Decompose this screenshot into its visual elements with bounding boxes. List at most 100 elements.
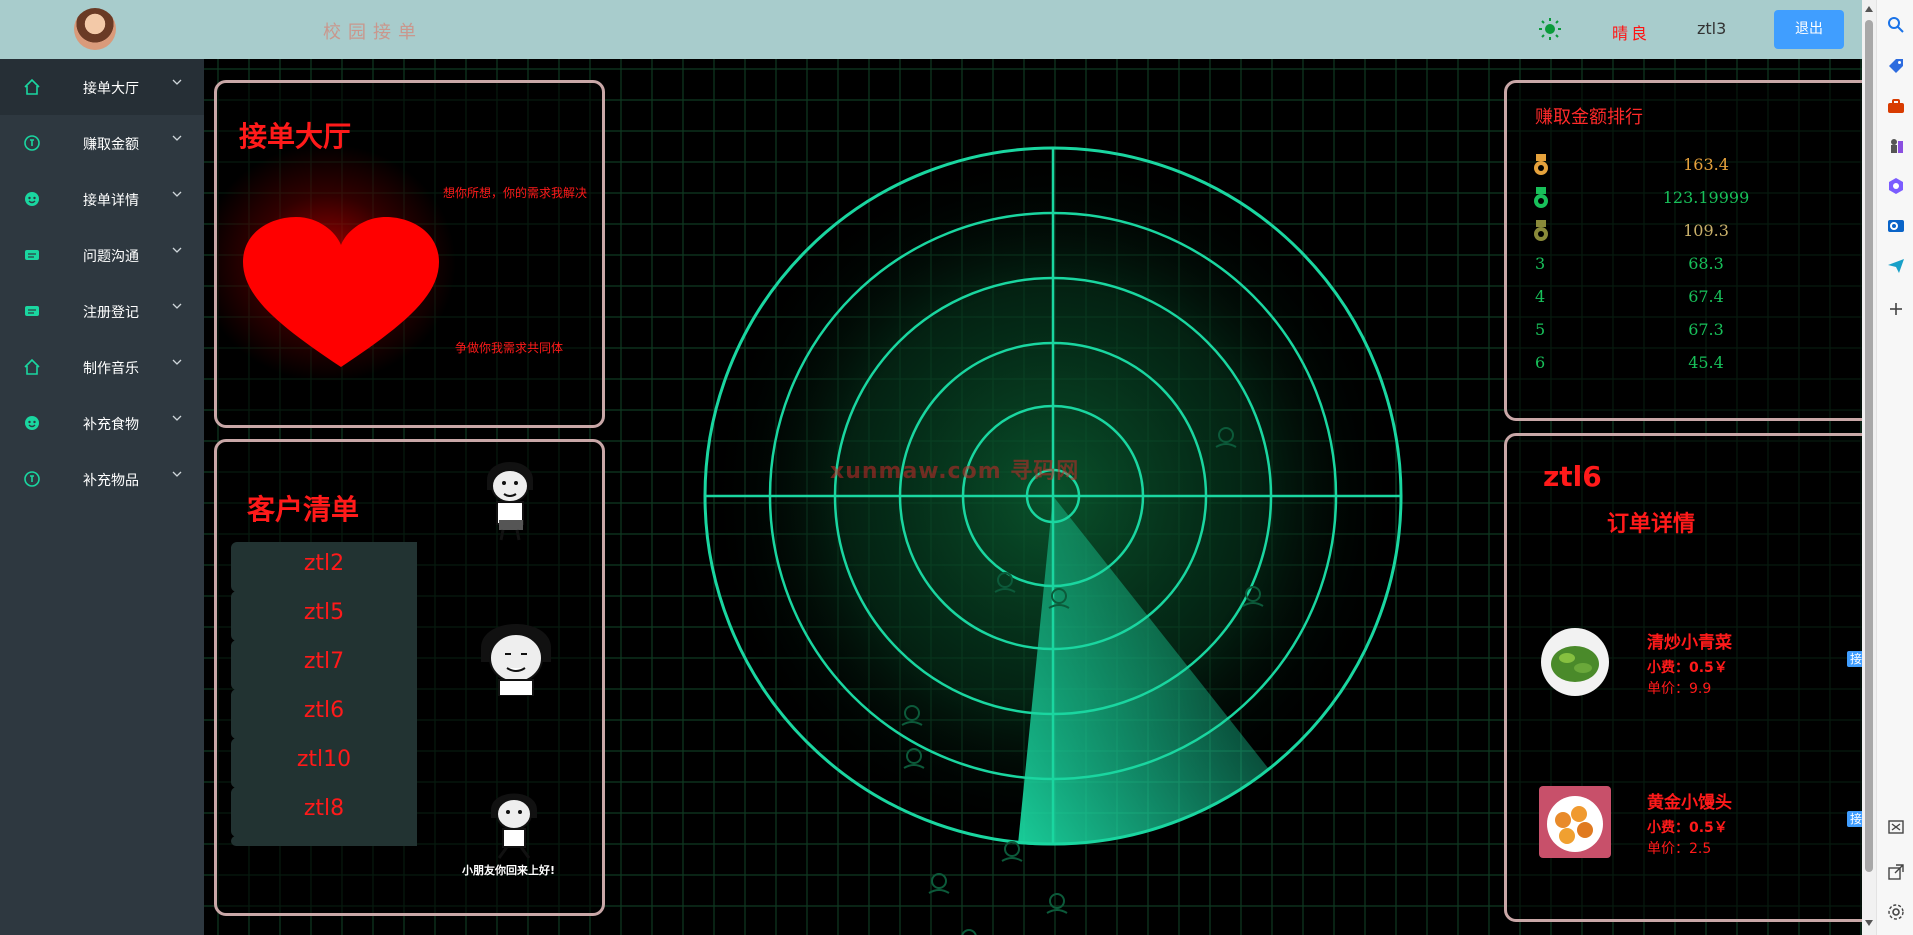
client-list-item[interactable]: ztl5	[231, 591, 417, 641]
meme-running-icon	[491, 793, 537, 859]
dish-tip: 小费：0.5￥	[1647, 820, 1728, 836]
heart-icon	[243, 217, 439, 367]
sun-icon	[1539, 18, 1561, 40]
sidebar-item[interactable]: 赚取金额	[0, 115, 204, 171]
sidebar-item[interactable]: 接单详情	[0, 171, 204, 227]
rank-amount: 67.4	[1688, 287, 1724, 306]
outlook-icon[interactable]	[1887, 217, 1905, 235]
rank-amount: 68.3	[1688, 254, 1724, 273]
client-list-item[interactable]: ztl8	[231, 787, 417, 837]
smile-icon	[25, 192, 39, 206]
sidebar-item-label: 注册登记	[83, 305, 139, 321]
scroll-up-arrow-icon[interactable]	[1865, 6, 1873, 12]
username: ztl3	[1697, 19, 1727, 38]
rank-number: 6	[1535, 353, 1546, 372]
chevron-down-icon	[172, 191, 182, 197]
map-pin-icon	[961, 929, 977, 935]
user-avatar[interactable]	[74, 8, 116, 50]
earnings-ranking-panel: 赚取金额排行 163.4 123.19999 109.3 3 68.3 4 67.4 5 67.…	[1504, 80, 1862, 421]
rank-amount: 67.3	[1688, 320, 1724, 339]
ranking-title: 赚取金额排行	[1535, 107, 1643, 128]
tag-icon[interactable]	[1887, 57, 1905, 75]
sidebar-item[interactable]: 问题沟通	[0, 227, 204, 283]
sidebar-item[interactable]: 注册登记	[0, 283, 204, 339]
chevron-down-icon	[172, 79, 182, 85]
watermark: xunmaw.com 寻码网	[830, 459, 1080, 484]
rank-amount: 109.3	[1683, 221, 1729, 240]
chess-icon[interactable]	[1887, 137, 1905, 155]
sidebar-item-label: 制作音乐	[83, 361, 139, 377]
client-list-item[interactable]: ztl6	[231, 689, 417, 739]
client-list-panel: 客户清单 小朋友你回来上好! ztl2 ztl5 ztl7 ztl6 ztl10…	[214, 439, 605, 916]
medal-icon	[1534, 187, 1548, 208]
rank-amount: 123.19999	[1662, 188, 1750, 207]
ranking-row: 123.19999	[1531, 184, 1861, 214]
app-window: 校园接单 晴良 ztl3 退出 接单大厅 赚取金额 接单详情 问题沟通 注册登记…	[0, 0, 1913, 935]
chevron-down-icon	[172, 471, 182, 477]
scroll-down-arrow-icon[interactable]	[1865, 920, 1873, 926]
client-list-item-partial[interactable]	[231, 836, 417, 846]
medal-icon	[1534, 154, 1548, 175]
take-order-button[interactable]: 接单	[1847, 651, 1862, 667]
add-icon[interactable]	[1887, 300, 1905, 318]
take-order-button[interactable]: 接单	[1847, 811, 1862, 827]
hall-slogan-1: 想你所想，你的需求我解决	[443, 186, 588, 200]
sidebar-item[interactable]: 补充物品	[0, 451, 204, 507]
home-icon	[24, 78, 40, 95]
dish-photo	[1539, 786, 1611, 858]
ticket-icon	[25, 306, 39, 316]
dish-price: 单价：2.5	[1647, 841, 1712, 857]
coin-icon	[24, 471, 40, 487]
sidebar-item-label: 补充物品	[83, 473, 139, 489]
hall-slogan-2: 争做你我需求共同体	[455, 341, 564, 355]
ranking-row: 163.4	[1531, 151, 1861, 181]
main-dashboard: xunmaw.com 寻码网 接单大厅 想你所想，你的需求我解决 争做你我需求共…	[204, 59, 1862, 935]
ticket-icon	[25, 250, 39, 260]
dish-tip: 小费：0.5￥	[1647, 660, 1728, 676]
hall-title: 接单大厅	[239, 120, 352, 153]
logout-button[interactable]: 退出	[1774, 10, 1844, 49]
sidebar-item-label: 接单详情	[83, 193, 139, 209]
smile-icon	[25, 416, 39, 430]
chevron-down-icon	[172, 359, 182, 365]
chevron-down-icon	[172, 415, 182, 421]
weather-text: 晴良	[1612, 24, 1651, 43]
order-username: ztl6	[1543, 460, 1602, 493]
settings-gear-icon[interactable]	[1887, 903, 1905, 921]
send-icon[interactable]	[1887, 257, 1905, 275]
screenshot-icon[interactable]	[1887, 818, 1905, 836]
dish-name: 清炒小青菜	[1647, 633, 1732, 653]
coin-icon	[24, 135, 40, 151]
dish-photo	[1541, 628, 1609, 696]
open-external-icon[interactable]	[1887, 863, 1905, 881]
chevron-down-icon	[172, 247, 182, 253]
client-list-item[interactable]: ztl2	[231, 542, 417, 592]
sidebar-item[interactable]: 接单大厅	[0, 59, 204, 115]
copilot-icon[interactable]	[1887, 177, 1905, 195]
ranking-row: 6 45.4	[1531, 349, 1861, 379]
sidebar-item[interactable]: 制作音乐	[0, 339, 204, 395]
chevron-down-icon	[172, 303, 182, 309]
rank-amount: 163.4	[1683, 155, 1729, 174]
client-list-item[interactable]: ztl7	[231, 640, 417, 690]
page-scrollbar[interactable]	[1862, 0, 1876, 935]
ranking-row: 109.3	[1531, 217, 1861, 247]
rank-number: 4	[1535, 287, 1546, 306]
ranking-row: 4 67.4	[1531, 283, 1861, 313]
ranking-row: 5 67.3	[1531, 316, 1861, 346]
rank-number: 3	[1535, 254, 1546, 273]
app-title: 校园接单	[323, 22, 423, 43]
map-pin-icon	[1001, 841, 1023, 862]
dish-price: 单价：9.9	[1647, 681, 1712, 697]
sidebar-item[interactable]: 补充食物	[0, 395, 204, 451]
toolbox-icon[interactable]	[1887, 97, 1905, 115]
sidebar-item-label: 问题沟通	[83, 249, 139, 265]
chevron-down-icon	[172, 135, 182, 141]
search-icon[interactable]	[1887, 16, 1905, 34]
client-list-item[interactable]: ztl10	[231, 738, 417, 788]
scrollbar-thumb[interactable]	[1865, 20, 1873, 872]
meme-face-icon	[481, 624, 551, 696]
client-list-title: 客户清单	[247, 493, 360, 526]
order-detail-title: 订单详情	[1607, 512, 1696, 537]
home-icon	[24, 358, 40, 375]
